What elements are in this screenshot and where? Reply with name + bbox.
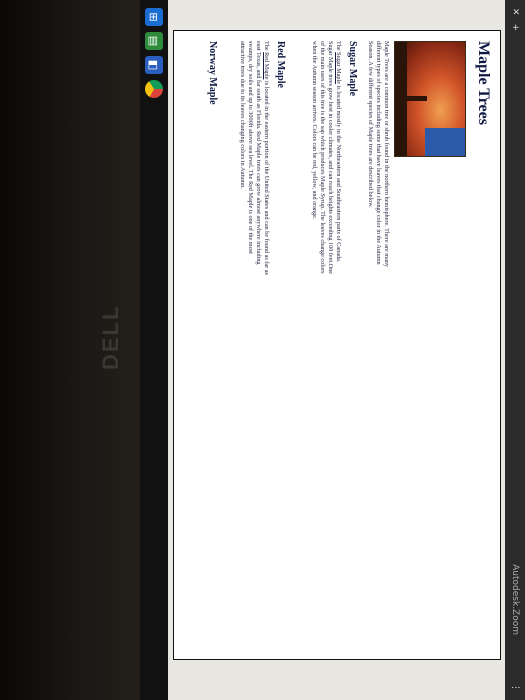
section-heading-norway-maple: Norway Maple — [207, 41, 218, 105]
section-heading-sugar-maple: Sugar Maple — [347, 41, 358, 97]
chrome-icon[interactable] — [145, 80, 163, 98]
taskbar: ⊞ ▤ ◧ — [140, 0, 168, 700]
laptop-bezel: DELL — [0, 0, 140, 700]
windows-start-icon[interactable]: ⊞ — [145, 8, 163, 26]
rotated-screen-content: ✕ + Autodesk.Zoom ⋮ Maple Trees Maple Tr… — [140, 0, 525, 700]
sugar-maple-paragraph: The Sugar Maple is located mostly in the… — [311, 41, 342, 274]
laptop-screen: ✕ + Autodesk.Zoom ⋮ Maple Trees Maple Tr… — [140, 0, 525, 700]
app-blue-icon[interactable]: ◧ — [145, 56, 163, 74]
new-tab-icon[interactable]: + — [510, 24, 520, 32]
red-maple-link[interactable]: Red Maple — [263, 52, 270, 79]
app-green-icon[interactable]: ▤ — [145, 32, 163, 50]
address-bar[interactable]: Autodesk.Zoom — [510, 564, 520, 635]
intro-paragraph: Maple Trees are a common tree or shrub f… — [367, 41, 390, 267]
browser-toolbar: ✕ + Autodesk.Zoom ⋮ — [505, 0, 525, 700]
section-heading-red-maple: Red Maple — [275, 41, 286, 88]
close-tab-icon[interactable]: ✕ — [510, 8, 520, 16]
red-maple-paragraph: The Red Maple is located in the eastern … — [239, 41, 270, 275]
dell-logo: DELL — [98, 304, 123, 370]
document-page: Maple Trees Maple Trees are a common tre… — [173, 30, 501, 660]
maple-tree-photo — [394, 41, 466, 157]
sugar-maple-link[interactable]: Sugar Maple — [335, 52, 342, 84]
page-title: Maple Trees — [475, 41, 492, 125]
menu-icon[interactable]: ⋮ — [510, 683, 520, 692]
